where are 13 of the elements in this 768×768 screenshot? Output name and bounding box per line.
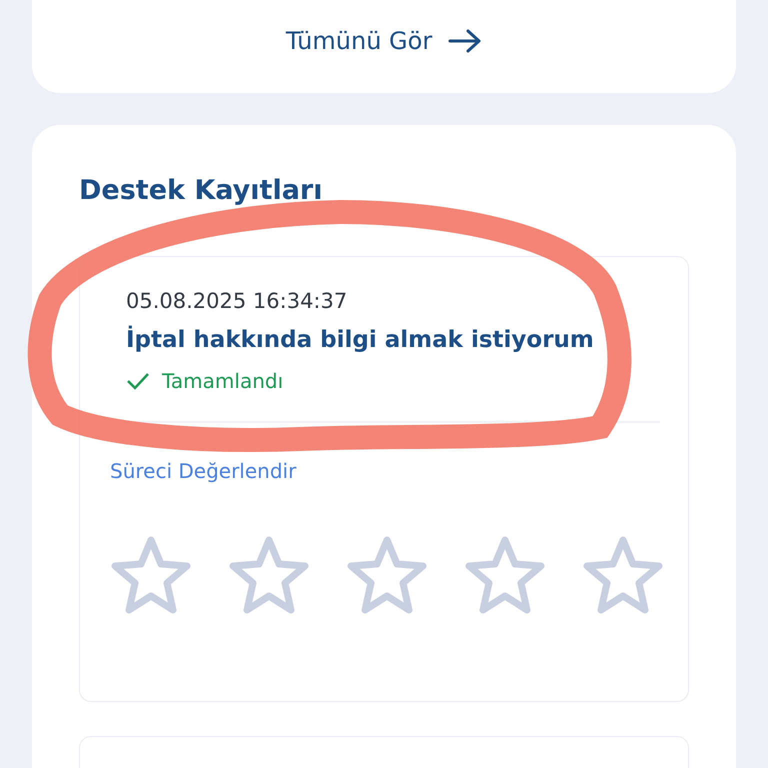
ticket-subject: İptal hakkında bilgi almak istiyorum [126,327,595,353]
arrow-right-icon [448,28,482,52]
ticket-card[interactable]: 05.08.2025 16:34:37 İptal hakkında bilgi almak istiyorum Tamamlandı Süreci Değerlendir [79,256,689,702]
star-icon[interactable] [228,535,310,615]
see-all-link[interactable]: Tümünü Gör [286,26,482,54]
star-icon[interactable] [582,535,664,615]
star-icon[interactable] [110,535,192,615]
status-text: Tamamlandı [162,369,284,393]
section-title: Destek Kayıtları [79,175,324,206]
ticket-datetime: 05.08.2025 16:34:37 [126,289,348,313]
star-icon[interactable] [464,535,546,615]
star-icon[interactable] [346,535,428,615]
rate-process-link[interactable]: Süreci Değerlendir [110,459,688,483]
